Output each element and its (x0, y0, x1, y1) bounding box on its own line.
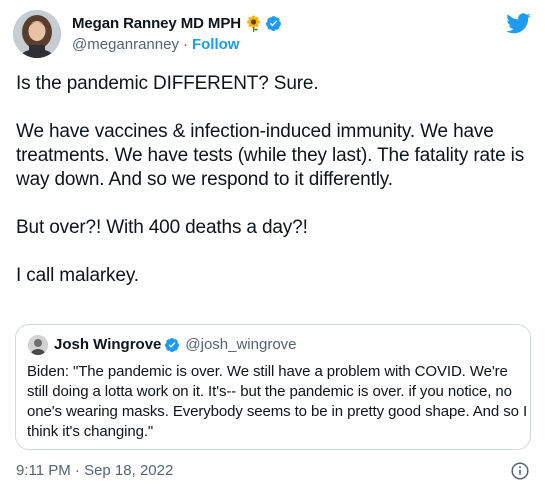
quoted-tweet[interactable]: Josh Wingrove @josh_wingrove Biden: "The… (15, 324, 531, 450)
author-avatar[interactable] (13, 10, 61, 58)
author-name[interactable]: Megan Ranney MD MPH (72, 15, 241, 32)
quoted-author-handle: @josh_wingrove (185, 336, 297, 353)
tweet-timestamp[interactable]: 9:11 PM · Sep 18, 2022 (16, 462, 173, 479)
twitter-bird-icon[interactable] (506, 13, 531, 34)
author-info: Megan Ranney MD MPH @meganranney · Follo… (72, 13, 282, 53)
quoted-author-avatar (28, 335, 48, 355)
author-handle[interactable]: @meganranney (72, 36, 179, 53)
author-handle-row: @meganranney · Follow (72, 36, 282, 53)
quoted-author-row: Josh Wingrove @josh_wingrove (54, 336, 297, 353)
info-icon[interactable] (511, 462, 529, 480)
author-name-row: Megan Ranney MD MPH (72, 13, 282, 33)
follow-button[interactable]: Follow (192, 36, 240, 53)
sunflower-icon (245, 14, 262, 32)
quoted-author-name: Josh Wingrove (54, 336, 162, 353)
tweet-text: Is the pandemic DIFFERENT? Sure. We have… (16, 73, 525, 286)
quoted-tweet-text: Biden: "The pandemic is over. We still h… (27, 363, 528, 440)
separator-dot: · (182, 36, 188, 53)
quoted-verified-badge-icon (164, 337, 180, 353)
verified-badge-icon (265, 15, 282, 32)
tweet-card: Megan Ranney MD MPH @meganranney · Follo… (0, 0, 545, 490)
